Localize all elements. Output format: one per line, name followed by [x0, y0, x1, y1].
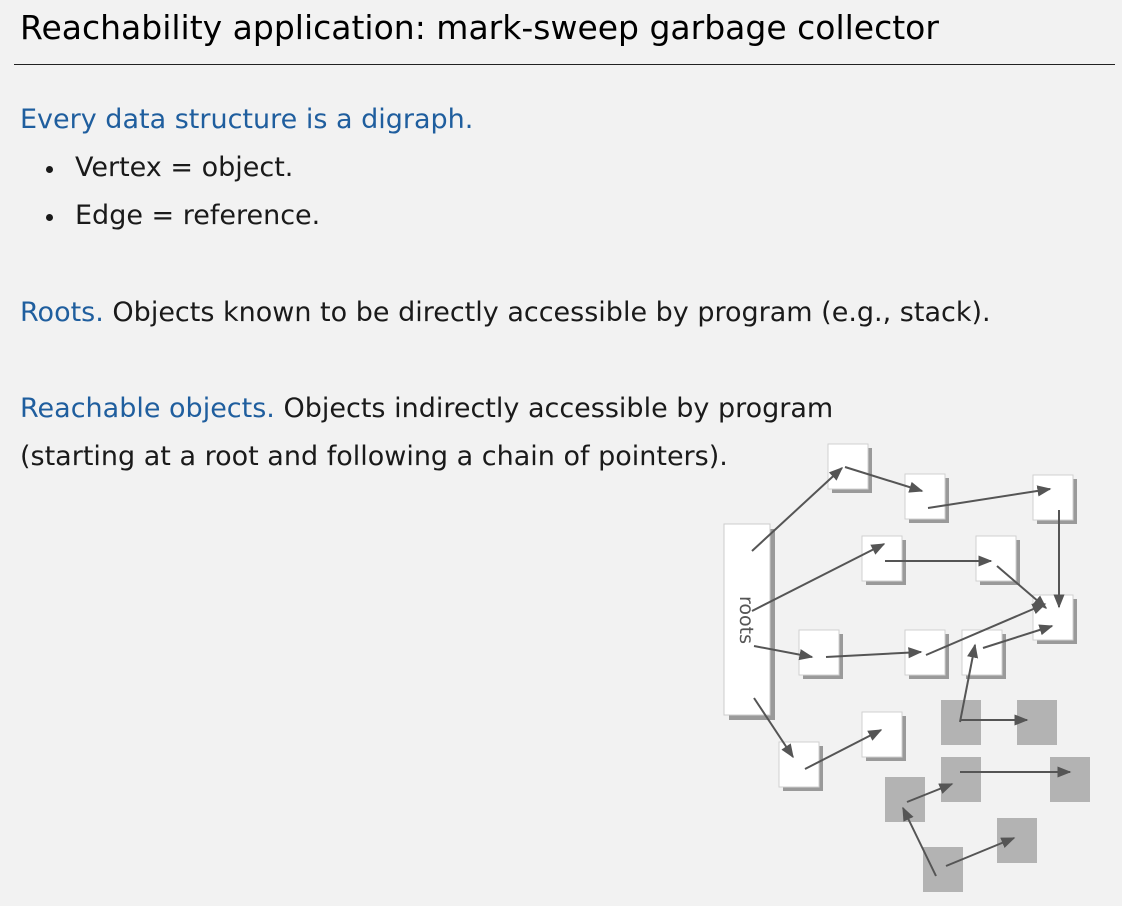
- node-unreachable: [885, 777, 925, 822]
- edge: [751, 467, 844, 552]
- roots-label: roots: [735, 596, 757, 644]
- node-unreachable: [997, 818, 1037, 863]
- edge: [996, 565, 1048, 609]
- node-reachable: [904, 473, 946, 520]
- object-graph-diagram: roots: [723, 443, 1090, 892]
- node-reachable: [827, 443, 869, 490]
- node-reachable: [1032, 474, 1074, 521]
- node-unreachable: [941, 757, 981, 802]
- node-reachable: [798, 629, 840, 676]
- node-unreachable: [1017, 700, 1057, 745]
- node-unreachable: [923, 847, 963, 892]
- node-reachable: [975, 535, 1017, 582]
- node-reachable: [861, 711, 903, 758]
- node-unreachable: [941, 700, 981, 745]
- node-unreachable: [1050, 757, 1090, 802]
- node-reachable: [861, 535, 903, 582]
